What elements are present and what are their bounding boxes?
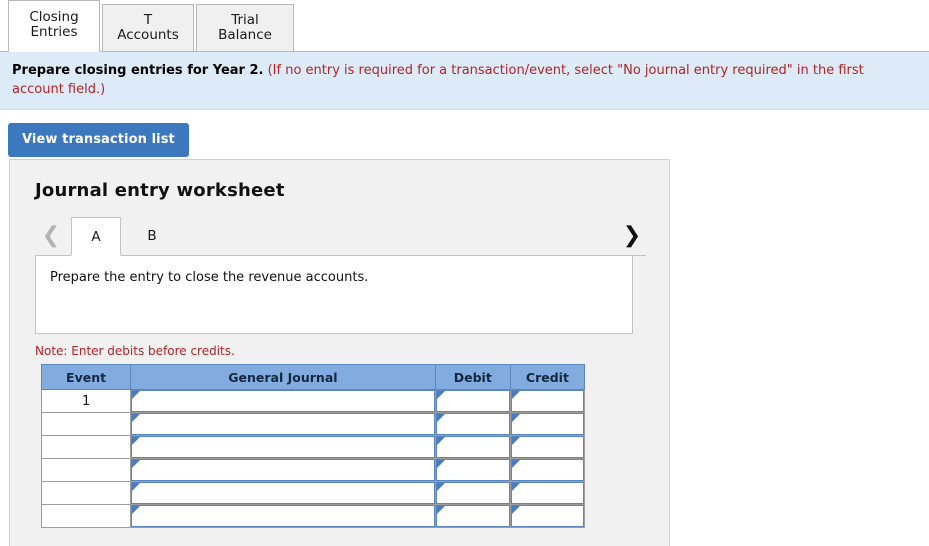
tab-closing-entries[interactable]: Closing Entries — [8, 0, 100, 52]
general-journal-cell[interactable] — [130, 504, 436, 528]
worksheet-subtab-b-label: B — [147, 228, 157, 244]
credit-cell[interactable] — [509, 458, 586, 482]
tab-trial-balance[interactable]: Trial Balance — [196, 4, 294, 51]
debit-cell[interactable] — [434, 481, 511, 505]
primary-tab-bar: Closing Entries T Accounts Trial Balance — [0, 0, 929, 52]
credit-input[interactable] — [510, 459, 584, 481]
credit-input[interactable] — [510, 505, 584, 527]
table-row — [40, 412, 586, 436]
worksheet-subtab-a-label: A — [91, 228, 101, 245]
debit-cell[interactable] — [434, 435, 511, 459]
credit-cell[interactable] — [509, 435, 586, 459]
column-header-debit: Debit — [434, 364, 511, 390]
general-journal-cell[interactable] — [130, 412, 436, 436]
column-header-event: Event — [40, 364, 132, 390]
debit-input[interactable] — [435, 459, 510, 481]
event-number-cell — [40, 435, 132, 459]
instruction-main-text: Prepare closing entries for Year 2. — [12, 63, 264, 78]
general-journal-cell[interactable] — [130, 389, 436, 413]
event-number-cell — [40, 458, 132, 482]
debit-cell[interactable] — [434, 504, 511, 528]
chevron-right-icon[interactable]: ❯ — [618, 217, 646, 255]
table-row: 1 — [40, 389, 586, 413]
debit-cell[interactable] — [434, 458, 511, 482]
account-select-field[interactable] — [131, 459, 435, 481]
chevron-left-icon[interactable]: ❮ — [37, 217, 65, 255]
general-journal-cell[interactable] — [130, 435, 436, 459]
instruction-banner: Prepare closing entries for Year 2. (If … — [0, 52, 929, 110]
credit-input[interactable] — [510, 482, 584, 504]
credit-cell[interactable] — [509, 481, 586, 505]
event-number-cell: 1 — [40, 389, 132, 413]
view-transaction-list-button[interactable]: View transaction list — [8, 123, 189, 157]
table-header-row: Event General Journal Debit Credit — [40, 364, 586, 390]
table-row — [40, 435, 586, 459]
tab-closing-entries-label: Closing Entries — [29, 9, 79, 40]
debits-before-credits-note: Note: Enter debits before credits. — [35, 344, 235, 358]
table-row — [40, 481, 586, 505]
event-number-cell — [40, 504, 132, 528]
credit-cell[interactable] — [509, 412, 586, 436]
account-select-field[interactable] — [131, 505, 435, 527]
credit-cell[interactable] — [509, 389, 586, 413]
debit-cell[interactable] — [434, 412, 511, 436]
journal-entry-table: Event General Journal Debit Credit 1 — [40, 364, 586, 528]
tab-t-accounts-label: T Accounts — [117, 11, 179, 43]
worksheet-prompt: Prepare the entry to close the revenue a… — [35, 256, 633, 334]
general-journal-cell[interactable] — [130, 481, 436, 505]
worksheet-subtab-a[interactable]: A — [71, 217, 121, 256]
event-number-cell — [40, 412, 132, 436]
credit-cell[interactable] — [509, 504, 586, 528]
worksheet-prompt-text: Prepare the entry to close the revenue a… — [50, 270, 369, 285]
journal-entry-worksheet-panel: Journal entry worksheet ❮ A B ❯ Prepare … — [9, 159, 670, 546]
debit-input[interactable] — [435, 482, 510, 504]
debit-input[interactable] — [435, 505, 510, 527]
general-journal-cell[interactable] — [130, 458, 436, 482]
tab-t-accounts[interactable]: T Accounts — [102, 4, 194, 51]
account-select-field[interactable] — [131, 436, 435, 458]
account-select-field[interactable] — [131, 390, 435, 412]
event-number-cell — [40, 481, 132, 505]
credit-input[interactable] — [510, 436, 584, 458]
debit-input[interactable] — [435, 436, 510, 458]
credit-input[interactable] — [510, 390, 584, 412]
column-header-general-journal: General Journal — [130, 364, 436, 390]
debit-input[interactable] — [435, 413, 510, 435]
debit-cell[interactable] — [434, 389, 511, 413]
table-row — [40, 504, 586, 528]
debit-input[interactable] — [435, 390, 510, 412]
page-title: Journal entry worksheet — [35, 180, 285, 201]
worksheet-subtab-bar: ❮ A B ❯ — [35, 217, 646, 256]
table-row — [40, 458, 586, 482]
credit-input[interactable] — [510, 413, 584, 435]
worksheet-subtab-b[interactable]: B — [127, 217, 177, 255]
column-header-credit: Credit — [509, 364, 586, 390]
tab-trial-balance-label: Trial Balance — [218, 11, 272, 43]
account-select-field[interactable] — [131, 413, 435, 435]
account-select-field[interactable] — [131, 482, 435, 504]
toolbar: View transaction list — [0, 110, 929, 157]
